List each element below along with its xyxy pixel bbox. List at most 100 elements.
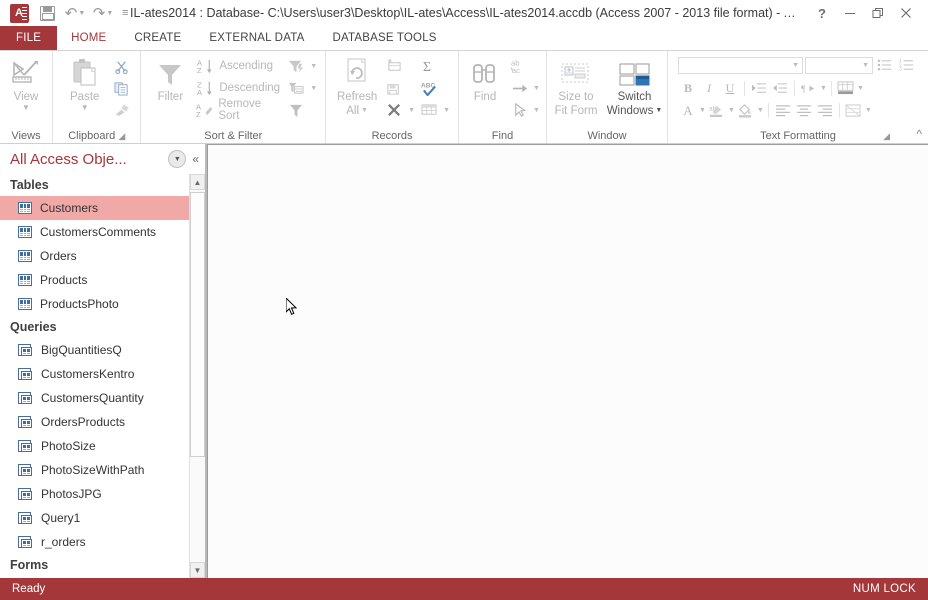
refresh-all-button[interactable]: Refresh All ▼	[332, 55, 382, 121]
numbered-list-button[interactable]: 1 2 3	[897, 56, 917, 75]
clipboard-dialog-launcher[interactable]: ◢	[118, 131, 125, 142]
scroll-down-button[interactable]: ▼	[190, 562, 205, 578]
nav-item-bigquantitiesq-query[interactable]: BigQuantitiesQ	[0, 338, 205, 362]
view-dropdown-caret[interactable]: ▼	[22, 104, 30, 112]
minimize-button[interactable]	[836, 1, 864, 25]
scrollbar-thumb[interactable]	[190, 192, 205, 457]
go-to-caret[interactable]: ▼	[533, 85, 540, 92]
delete-record-button[interactable]: ▼	[382, 99, 417, 121]
decrease-indent-button[interactable]	[770, 79, 790, 98]
nav-group-header-queries[interactable]: Queries ^	[0, 316, 205, 338]
switch-windows-button[interactable]: Switch Windows ▼	[604, 55, 666, 121]
text-direction-caret[interactable]: ▼	[820, 85, 827, 92]
refresh-all-caret[interactable]: ▼	[361, 105, 368, 117]
filter-button[interactable]: Filter	[147, 55, 193, 121]
text-highlight-caret[interactable]: ▼	[728, 107, 735, 114]
remove-sort-button[interactable]: A Z Remove Sort	[193, 98, 284, 122]
align-right-button[interactable]	[815, 101, 835, 120]
find-button[interactable]: Find	[463, 55, 507, 121]
background-color-caret[interactable]: ▼	[757, 107, 764, 114]
delete-caret[interactable]: ▼	[408, 107, 415, 114]
select-button[interactable]: ▼	[507, 99, 542, 121]
chevron-down-icon[interactable]: ▼	[168, 150, 187, 168]
underline-button[interactable]: U	[720, 79, 740, 98]
italic-button[interactable]: I	[699, 79, 719, 98]
increase-indent-button[interactable]	[749, 79, 769, 98]
bold-button[interactable]: B	[678, 79, 698, 98]
font-color-button[interactable]: A	[678, 101, 698, 120]
font-name-caret[interactable]: ▼	[792, 62, 799, 69]
new-record-button[interactable]	[382, 55, 417, 77]
document-workspace[interactable]	[206, 144, 928, 578]
size-to-fit-form-button[interactable]: Size to Fit Form	[549, 55, 604, 121]
descending-button[interactable]: Z A Descending	[193, 77, 284, 99]
redo-button[interactable]: ↷ ▼	[90, 2, 116, 24]
nav-item-photosizewithpath-query[interactable]: PhotoSizeWithPath	[0, 458, 205, 482]
text-direction-button[interactable]: ¶	[799, 79, 819, 98]
align-center-button[interactable]	[794, 101, 814, 120]
nav-item-products-table[interactable]: Products	[0, 268, 205, 292]
view-button[interactable]: View ▼	[0, 55, 52, 121]
scroll-up-button[interactable]: ▲	[190, 174, 205, 190]
paste-button[interactable]: Paste ▼	[60, 55, 110, 121]
tab-file[interactable]: FILE	[0, 26, 58, 50]
switch-windows-caret[interactable]: ▼	[655, 105, 662, 117]
help-icon[interactable]: ?	[808, 1, 836, 25]
nav-item-query1-query[interactable]: Query1	[0, 506, 205, 530]
more-records-button[interactable]: ▼	[417, 99, 452, 121]
advanced-filter-options-button[interactable]: ▼	[284, 55, 319, 77]
tab-home[interactable]: HOME	[57, 26, 121, 50]
nav-group-header-tables[interactable]: Tables ^	[0, 174, 205, 196]
totals-button[interactable]: Σ	[417, 55, 452, 77]
cut-button[interactable]	[110, 55, 134, 77]
nav-item-customers-form[interactable]: Customers	[0, 576, 205, 578]
restore-button[interactable]	[864, 1, 892, 25]
advanced-button[interactable]: ▼	[284, 77, 319, 99]
nav-item-r-orders-query[interactable]: r_orders	[0, 530, 205, 554]
nav-item-photosize-query[interactable]: PhotoSize	[0, 434, 205, 458]
tab-database-tools[interactable]: DATABASE TOOLS	[318, 26, 450, 50]
font-color-caret[interactable]: ▼	[699, 107, 706, 114]
collapse-ribbon-button[interactable]: ^	[916, 127, 922, 141]
datasheet-formatting-button[interactable]	[836, 79, 856, 98]
font-name-combo[interactable]: ▼	[678, 56, 803, 74]
close-button[interactable]	[892, 1, 920, 25]
nav-item-customerskentro-query[interactable]: CustomersKentro	[0, 362, 205, 386]
nav-group-header-forms[interactable]: Forms ^	[0, 554, 205, 576]
advanced-grid-caret[interactable]: ▼	[310, 85, 317, 92]
text-highlight-button[interactable]: ab	[707, 101, 727, 120]
datasheet-caret[interactable]: ▼	[857, 85, 864, 92]
align-left-button[interactable]	[773, 101, 793, 120]
font-size-caret[interactable]: ▼	[862, 62, 869, 69]
copy-button[interactable]	[110, 77, 134, 99]
toggle-filter-button[interactable]	[284, 99, 319, 121]
nav-item-customerscomments-table[interactable]: CustomersComments	[0, 220, 205, 244]
save-record-button[interactable]	[382, 77, 417, 99]
double-chevron-left-icon[interactable]: «	[192, 152, 199, 166]
more-caret[interactable]: ▼	[443, 107, 450, 114]
spelling-button[interactable]: ABC	[417, 77, 452, 99]
gridlines-button[interactable]	[844, 101, 864, 120]
select-caret[interactable]: ▼	[533, 107, 540, 114]
tab-external-data[interactable]: EXTERNAL DATA	[195, 26, 318, 50]
background-color-button[interactable]	[736, 101, 756, 120]
nav-item-customersquantity-query[interactable]: CustomersQuantity	[0, 386, 205, 410]
nav-item-productsphoto-table[interactable]: ProductsPhoto	[0, 292, 205, 316]
gridlines-caret[interactable]: ▼	[865, 107, 872, 114]
replace-button[interactable]: ab ac	[507, 55, 542, 77]
paste-dropdown-caret[interactable]: ▼	[81, 104, 89, 112]
tab-create[interactable]: CREATE	[120, 26, 195, 50]
undo-button[interactable]: ↶ ▼	[62, 2, 88, 24]
nav-item-orders-table[interactable]: Orders	[0, 244, 205, 268]
font-size-combo[interactable]: ▼	[805, 56, 873, 74]
nav-item-photosjpg-query[interactable]: PhotosJPG	[0, 482, 205, 506]
customize-quick-access-toolbar-button[interactable]: ≡	[118, 7, 132, 19]
text-formatting-dialog-launcher[interactable]: ◢	[883, 131, 890, 142]
nav-item-ordersproducts-query[interactable]: OrdersProducts	[0, 410, 205, 434]
ascending-button[interactable]: A Z Ascending	[193, 55, 284, 77]
advanced-caret[interactable]: ▼	[310, 63, 317, 70]
nav-item-customers-table[interactable]: Customers	[0, 196, 205, 220]
format-painter-button[interactable]	[110, 99, 134, 121]
navigation-pane-scrollbar[interactable]: ▲ ▼	[189, 174, 205, 578]
go-to-button[interactable]: ▼	[507, 77, 542, 99]
